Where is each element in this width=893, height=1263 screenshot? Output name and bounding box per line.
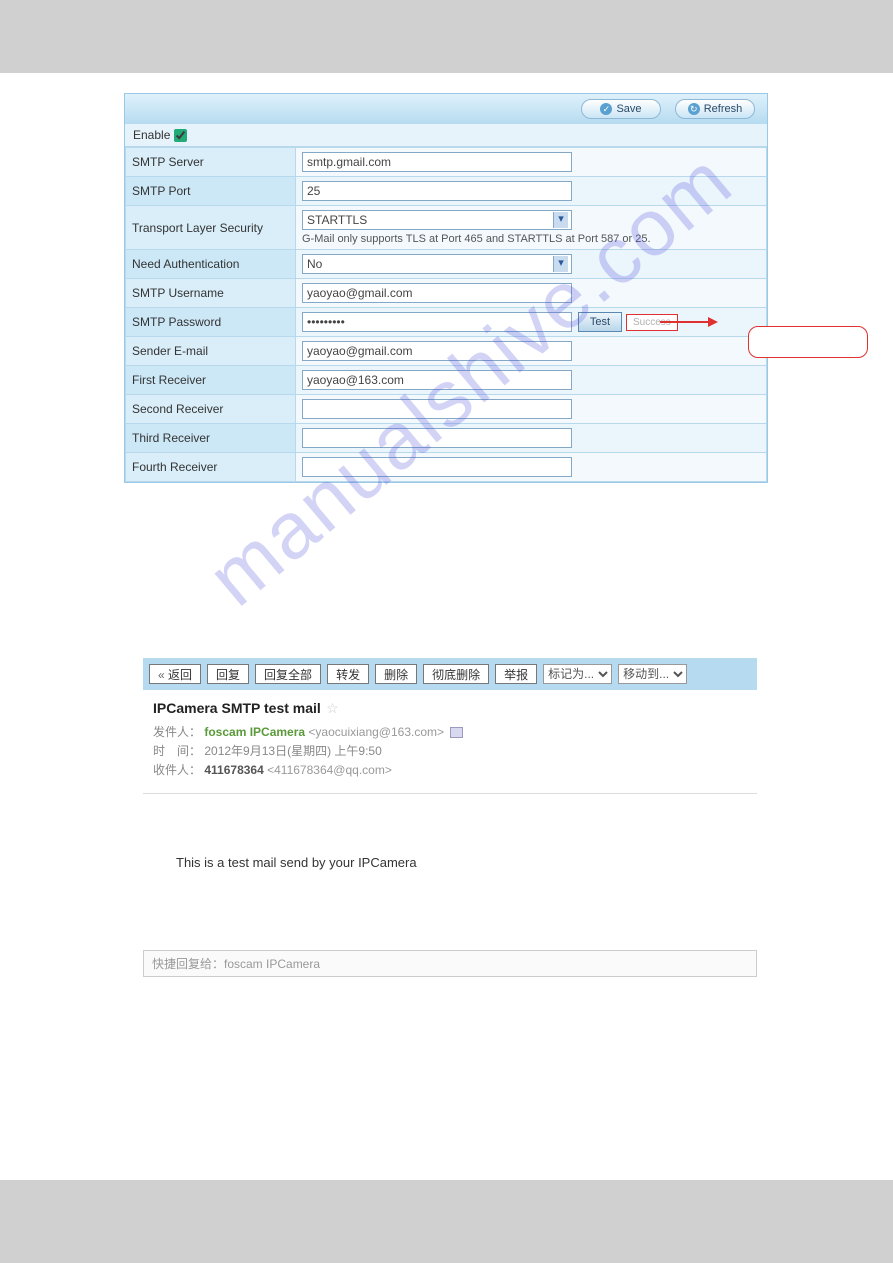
callout-box (748, 326, 868, 358)
second-receiver-input[interactable] (302, 399, 572, 419)
refresh-label: Refresh (704, 103, 743, 115)
first-receiver-label: First Receiver (126, 366, 296, 395)
refresh-button[interactable]: ↻ Refresh (675, 99, 755, 119)
save-button[interactable]: ✓ Save (581, 99, 661, 119)
from-email: <yaocuixiang@163.com> (308, 725, 444, 739)
smtp-settings-panel: ✓ Save ↻ Refresh Enable SMTP Server SMTP… (124, 93, 768, 483)
tls-select[interactable]: STARTTLS (302, 210, 572, 230)
smtp-username-label: SMTP Username (126, 279, 296, 308)
contact-card-icon[interactable] (450, 727, 463, 738)
arrow-icon (660, 316, 720, 328)
settings-table: SMTP Server SMTP Port Transport Layer Se… (125, 147, 767, 482)
bottom-gray-bar (0, 1180, 893, 1263)
top-gray-bar (0, 0, 893, 73)
sender-email-input[interactable] (302, 341, 572, 361)
back-button[interactable]: 返回 (149, 664, 201, 684)
reply-button[interactable]: 回复 (207, 664, 249, 684)
mail-subject: IPCamera SMTP test mail (153, 700, 321, 716)
mail-toolbar: 返回 回复 回复全部 转发 删除 彻底删除 举报 标记为... 移动到... (143, 658, 757, 690)
reply-all-button[interactable]: 回复全部 (255, 664, 321, 684)
to-name: 411678364 (204, 763, 263, 777)
need-auth-label: Need Authentication (126, 250, 296, 279)
fourth-receiver-input[interactable] (302, 457, 572, 477)
smtp-port-input[interactable] (302, 181, 572, 201)
mail-body: This is a test mail send by your IPCamer… (176, 855, 417, 870)
mark-as-select[interactable]: 标记为... (543, 664, 612, 684)
move-to-select[interactable]: 移动到... (618, 664, 687, 684)
save-label: Save (616, 103, 641, 115)
smtp-server-input[interactable] (302, 152, 572, 172)
date-value: 2012年9月13日(星期四) 上午9:50 (204, 744, 381, 758)
smtp-username-input[interactable] (302, 283, 572, 303)
smtp-server-label: SMTP Server (126, 148, 296, 177)
enable-checkbox[interactable] (174, 129, 187, 142)
enable-label: Enable (133, 128, 170, 142)
third-receiver-input[interactable] (302, 428, 572, 448)
star-icon[interactable]: ☆ (326, 700, 339, 716)
fourth-receiver-label: Fourth Receiver (126, 453, 296, 482)
tls-label: Transport Layer Security (126, 206, 296, 250)
third-receiver-label: Third Receiver (126, 424, 296, 453)
forward-button[interactable]: 转发 (327, 664, 369, 684)
save-icon: ✓ (600, 103, 612, 115)
panel-toolbar: ✓ Save ↻ Refresh (125, 94, 767, 124)
quick-reply-input[interactable]: 快捷回复给：foscam IPCamera (143, 950, 757, 977)
mail-meta: 发件人： foscam IPCamera <yaocuixiang@163.co… (153, 723, 747, 781)
from-label: 发件人： (153, 725, 201, 739)
sender-email-label: Sender E-mail (126, 337, 296, 366)
delete-permanent-button[interactable]: 彻底删除 (423, 664, 489, 684)
refresh-icon: ↻ (688, 103, 700, 115)
from-name: foscam IPCamera (204, 725, 305, 739)
delete-button[interactable]: 删除 (375, 664, 417, 684)
smtp-password-label: SMTP Password (126, 308, 296, 337)
first-receiver-input[interactable] (302, 370, 572, 390)
mail-header: IPCamera SMTP test mail ☆ 发件人： foscam IP… (143, 690, 757, 794)
smtp-password-input[interactable] (302, 312, 572, 332)
report-button[interactable]: 举报 (495, 664, 537, 684)
date-label: 时 间： (153, 744, 201, 758)
need-auth-select[interactable]: No (302, 254, 572, 274)
to-label: 收件人： (153, 763, 201, 777)
to-email: <411678364@qq.com> (267, 763, 392, 777)
second-receiver-label: Second Receiver (126, 395, 296, 424)
smtp-port-label: SMTP Port (126, 177, 296, 206)
enable-row: Enable (125, 124, 767, 147)
tls-hint: G-Mail only supports TLS at Port 465 and… (302, 233, 760, 245)
test-button[interactable]: Test (578, 312, 622, 332)
